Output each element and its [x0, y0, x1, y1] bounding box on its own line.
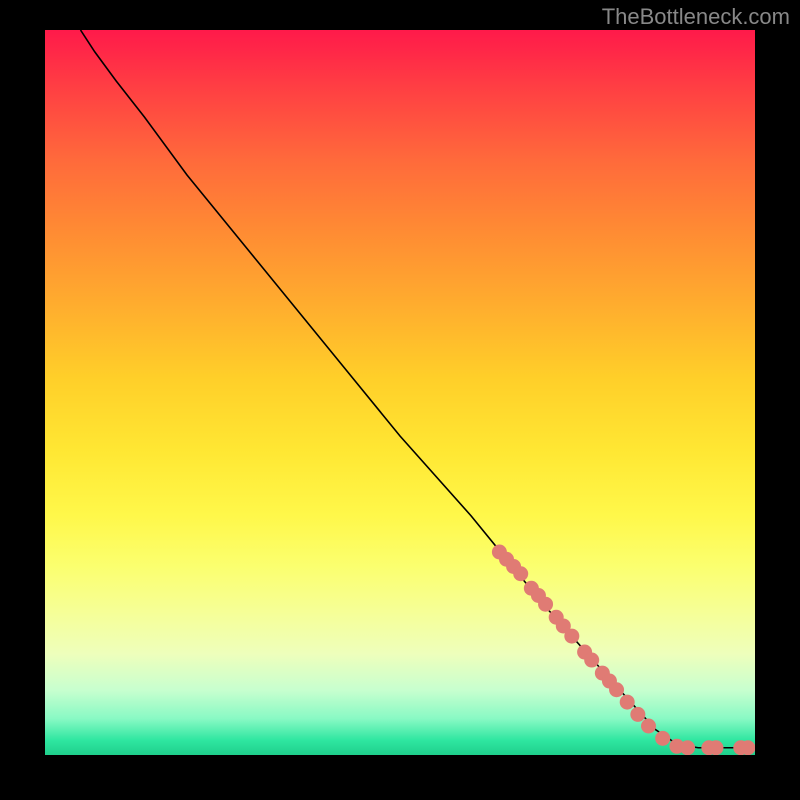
data-markers [492, 545, 755, 756]
data-marker [584, 653, 599, 668]
data-marker [641, 719, 656, 734]
bottleneck-curve [81, 30, 756, 748]
chart-container: TheBottleneck.com [0, 0, 800, 800]
attribution-text: TheBottleneck.com [602, 4, 790, 30]
data-marker [564, 629, 579, 644]
data-marker [655, 731, 670, 746]
data-marker [620, 695, 635, 710]
plot-area [45, 30, 755, 755]
data-marker [630, 707, 645, 722]
data-marker [740, 740, 755, 755]
data-marker [609, 682, 624, 697]
data-marker [538, 597, 553, 612]
data-marker [708, 740, 723, 755]
chart-svg [45, 30, 755, 755]
data-marker [680, 740, 695, 755]
data-marker [513, 566, 528, 581]
